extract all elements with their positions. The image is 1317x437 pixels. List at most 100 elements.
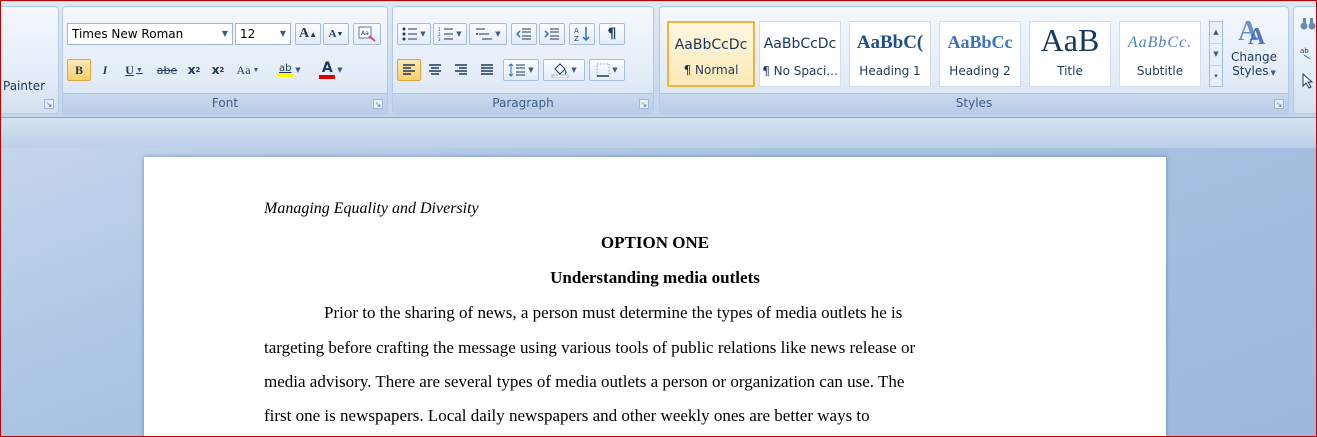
underline-button[interactable]: U ▼ [118,59,150,81]
sort-az-icon: AZ [574,27,590,42]
align-right-button[interactable] [449,59,473,81]
justify-button[interactable] [475,59,499,81]
paragraph-group-label: Paragraph [393,93,653,113]
change-styles-button[interactable]: A A Change Styles ▼ [1228,11,1280,93]
font-group: Times New Roman ▼ 12 ▼ A ▲ A ▼ Aa B I U ▼ a… [62,6,388,114]
justify-icon [481,64,493,75]
font-name-combo[interactable]: Times New Roman ▼ [67,23,233,45]
font-size-dropdown-icon[interactable]: ▼ [276,24,290,44]
style-heading-1-label: Heading 1 [859,64,921,78]
paint-bucket-icon [551,63,569,78]
highlight-dropdown-icon[interactable]: ▼ [295,66,300,74]
paragraph-group: ▼ 1 2 3 ▼ ▼ AZ ¶ ▼ ▼ ▼ Paragraph ↘ [392,6,654,114]
shading-button[interactable]: ▼ [543,59,585,81]
underline-dropdown-icon[interactable]: ▼ [136,66,143,74]
style-no-spacing-label: ¶ No Spaci... [762,64,838,78]
ribbon: Painter ↘ Times New Roman ▼ 12 ▼ A ▲ A ▼ A… [0,0,1317,118]
subscript-button[interactable]: x2 [183,59,205,81]
strikethrough-button[interactable]: abe [153,59,181,81]
document-area: Managing Equality and Diversity OPTION O… [0,118,1317,437]
paragraph-dialog-launcher-icon[interactable]: ↘ [639,99,649,109]
clipboard-dialog-launcher-icon[interactable]: ↘ [44,99,54,109]
change-case-dropdown-icon[interactable]: ▼ [253,66,260,74]
style-normal-sample: AaBbCcDc [674,37,748,53]
font-size-value: 12 [240,27,256,41]
show-formatting-marks-button[interactable]: ¶ [599,23,625,45]
numbering-button[interactable]: 1 2 3 ▼ [433,23,467,45]
change-case-button[interactable]: Aa ▼ [231,59,265,81]
line-spacing-button[interactable]: ▼ [503,59,539,81]
font-color-dropdown-icon[interactable]: ▼ [337,66,342,74]
sort-button[interactable]: AZ [569,23,595,45]
styles-group-label: Styles [660,93,1288,113]
style-subtitle-label: Subtitle [1136,64,1184,78]
font-size-combo[interactable]: 12 ▼ [235,23,291,45]
style-title-sample: AaB [1040,22,1100,58]
heading-understanding-media: Understanding media outlets [550,268,760,287]
styles-gallery-scroller[interactable]: ▲ ▼ ▾ [1209,21,1223,87]
bullets-icon [402,27,418,41]
gallery-more-icon[interactable]: ▾ [1210,66,1222,87]
font-color-icon: A [321,60,333,76]
style-title[interactable]: AaB Title [1029,21,1111,87]
align-right-icon [455,64,467,75]
style-heading-2-label: Heading 2 [949,64,1011,78]
style-subtitle[interactable]: AaBbCc. Subtitle [1119,21,1201,87]
font-name-value: Times New Roman [72,27,184,41]
pilcrow-icon: ¶ [607,26,617,42]
styles-dialog-launcher-icon[interactable]: ↘ [1274,99,1284,109]
style-no-spacing[interactable]: AaBbCcDc ¶ No Spaci... [759,21,841,87]
style-heading-2[interactable]: AaBbCc Heading 2 [939,21,1021,87]
replace-icon[interactable]: ab [1300,47,1316,61]
document-page[interactable]: Managing Equality and Diversity OPTION O… [144,157,1166,437]
select-cursor-icon[interactable] [1302,73,1314,89]
align-center-icon [429,64,441,75]
align-left-icon [403,64,415,75]
body-line: media advisory. There are several types … [264,372,905,391]
editing-group: ab [1293,6,1317,114]
text-highlight-button[interactable]: ab ▼ [269,59,309,81]
shrink-font-button[interactable]: A ▼ [323,23,349,45]
borders-button[interactable]: ▼ [589,59,625,81]
style-subtitle-sample: AaBbCc. [1127,34,1193,51]
italic-button[interactable]: I [94,59,116,81]
find-binoculars-icon[interactable] [1300,17,1316,31]
style-heading-1[interactable]: AaBbC( Heading 1 [849,21,931,87]
style-normal[interactable]: AaBbCcDc ¶ Normal [667,21,755,87]
body-line: first one is newspapers. Local daily new… [264,406,870,425]
increase-indent-button[interactable] [539,23,565,45]
bullets-button[interactable]: ▼ [397,23,431,45]
increase-indent-icon [544,28,559,40]
svg-text:Z: Z [574,35,579,42]
font-color-button[interactable]: A ▼ [311,59,351,81]
font-name-dropdown-icon[interactable]: ▼ [218,24,232,44]
format-painter-label[interactable]: Painter [3,79,45,93]
align-center-button[interactable] [423,59,447,81]
style-normal-label: ¶ Normal [683,63,739,77]
line-spacing-icon [508,63,526,77]
gallery-scroll-up-icon[interactable]: ▲ [1210,22,1222,44]
body-line: Prior to the sharing of news, a person m… [324,303,903,322]
font-dialog-launcher-icon[interactable]: ↘ [373,99,383,109]
heading-option-one: OPTION ONE [600,233,710,252]
multilevel-list-button[interactable]: ▼ [469,23,507,45]
ruler-strip [0,118,1317,148]
superscript-button[interactable]: x2 [207,59,229,81]
gallery-scroll-down-icon[interactable]: ▼ [1210,44,1222,66]
grow-font-button[interactable]: A ▲ [295,23,321,45]
align-left-button[interactable] [397,59,421,81]
decrease-indent-icon [516,28,531,40]
bold-button[interactable]: B [67,59,91,81]
change-styles-dropdown-icon[interactable]: ▼ [1271,69,1276,77]
style-no-spacing-sample: AaBbCcDc [763,36,837,52]
page-header-text: Managing Equality and Diversity [264,200,479,217]
numbering-icon: 123 [438,27,454,41]
svg-text:Aa: Aa [361,30,369,37]
svg-text:3: 3 [438,37,441,41]
clear-formatting-icon[interactable]: Aa [353,23,381,45]
style-heading-1-sample: AaBbC( [856,32,924,53]
highlight-color-swatch [277,73,294,77]
svg-text:ab: ab [1300,47,1309,55]
decrease-indent-button[interactable] [511,23,537,45]
font-color-swatch [319,75,336,79]
